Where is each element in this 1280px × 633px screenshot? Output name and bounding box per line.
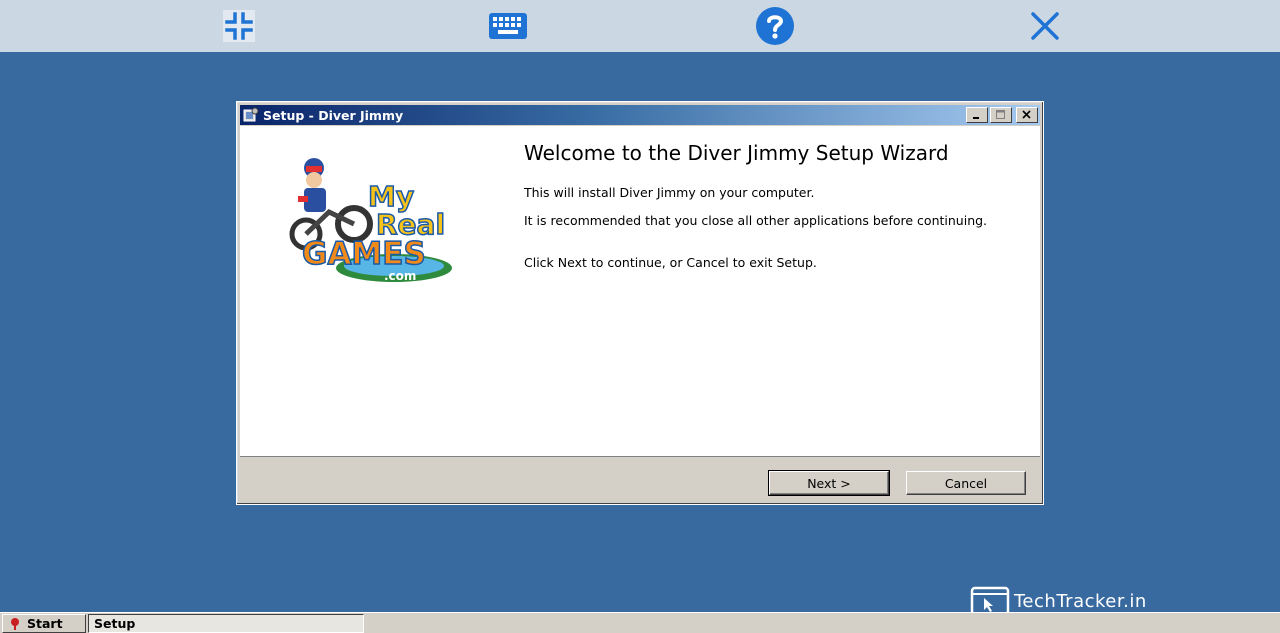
start-button[interactable]: Start xyxy=(2,614,86,633)
window-title: Setup - Diver Jimmy xyxy=(263,107,404,123)
welcome-heading: Welcome to the Diver Jimmy Setup Wizard xyxy=(524,141,949,165)
title-bar[interactable]: Setup - Diver Jimmy xyxy=(240,105,1040,125)
close-window-button[interactable] xyxy=(1016,107,1038,123)
maximize-icon xyxy=(996,110,1005,119)
help-button[interactable] xyxy=(755,6,795,46)
wizard-welcome-panel: My Real GAMES .com Welcome to the Diver … xyxy=(240,126,1040,457)
help-icon xyxy=(756,7,794,45)
svg-text:.com: .com xyxy=(384,269,416,283)
close-icon xyxy=(1031,12,1059,40)
setup-app-icon xyxy=(243,107,259,123)
close-viewer-button[interactable] xyxy=(1025,6,1065,46)
taskbar: Start Setup xyxy=(0,612,1280,633)
taskbar-item-label: Setup xyxy=(94,616,136,631)
next-button[interactable]: Next > xyxy=(768,470,890,496)
instruction-text: Click Next to continue, or Cancel to exi… xyxy=(524,255,817,270)
exit-fullscreen-icon xyxy=(223,10,255,42)
remote-toolbar xyxy=(0,0,1280,52)
recommendation-text: It is recommended that you close all oth… xyxy=(524,213,988,228)
minimize-icon xyxy=(973,117,979,119)
myrealgames-logo: My Real GAMES .com xyxy=(289,158,452,283)
start-label: Start xyxy=(27,616,63,631)
svg-text:GAMES: GAMES xyxy=(302,236,426,272)
install-info-text: This will install Diver Jimmy on your co… xyxy=(524,185,815,200)
watermark-text: TechTracker.in xyxy=(1014,590,1147,612)
cancel-button[interactable]: Cancel xyxy=(906,471,1026,495)
maximize-button[interactable] xyxy=(990,107,1012,123)
exit-fullscreen-button[interactable] xyxy=(219,6,259,46)
keyboard-icon xyxy=(489,13,527,39)
taskbar-item-setup[interactable]: Setup xyxy=(88,614,364,633)
keyboard-button[interactable] xyxy=(488,6,528,46)
minimize-button[interactable] xyxy=(966,107,988,123)
start-icon xyxy=(11,617,19,630)
close-icon xyxy=(1022,110,1031,119)
setup-window: Setup - Diver Jimmy My Real GAMES .com W… xyxy=(236,101,1044,505)
